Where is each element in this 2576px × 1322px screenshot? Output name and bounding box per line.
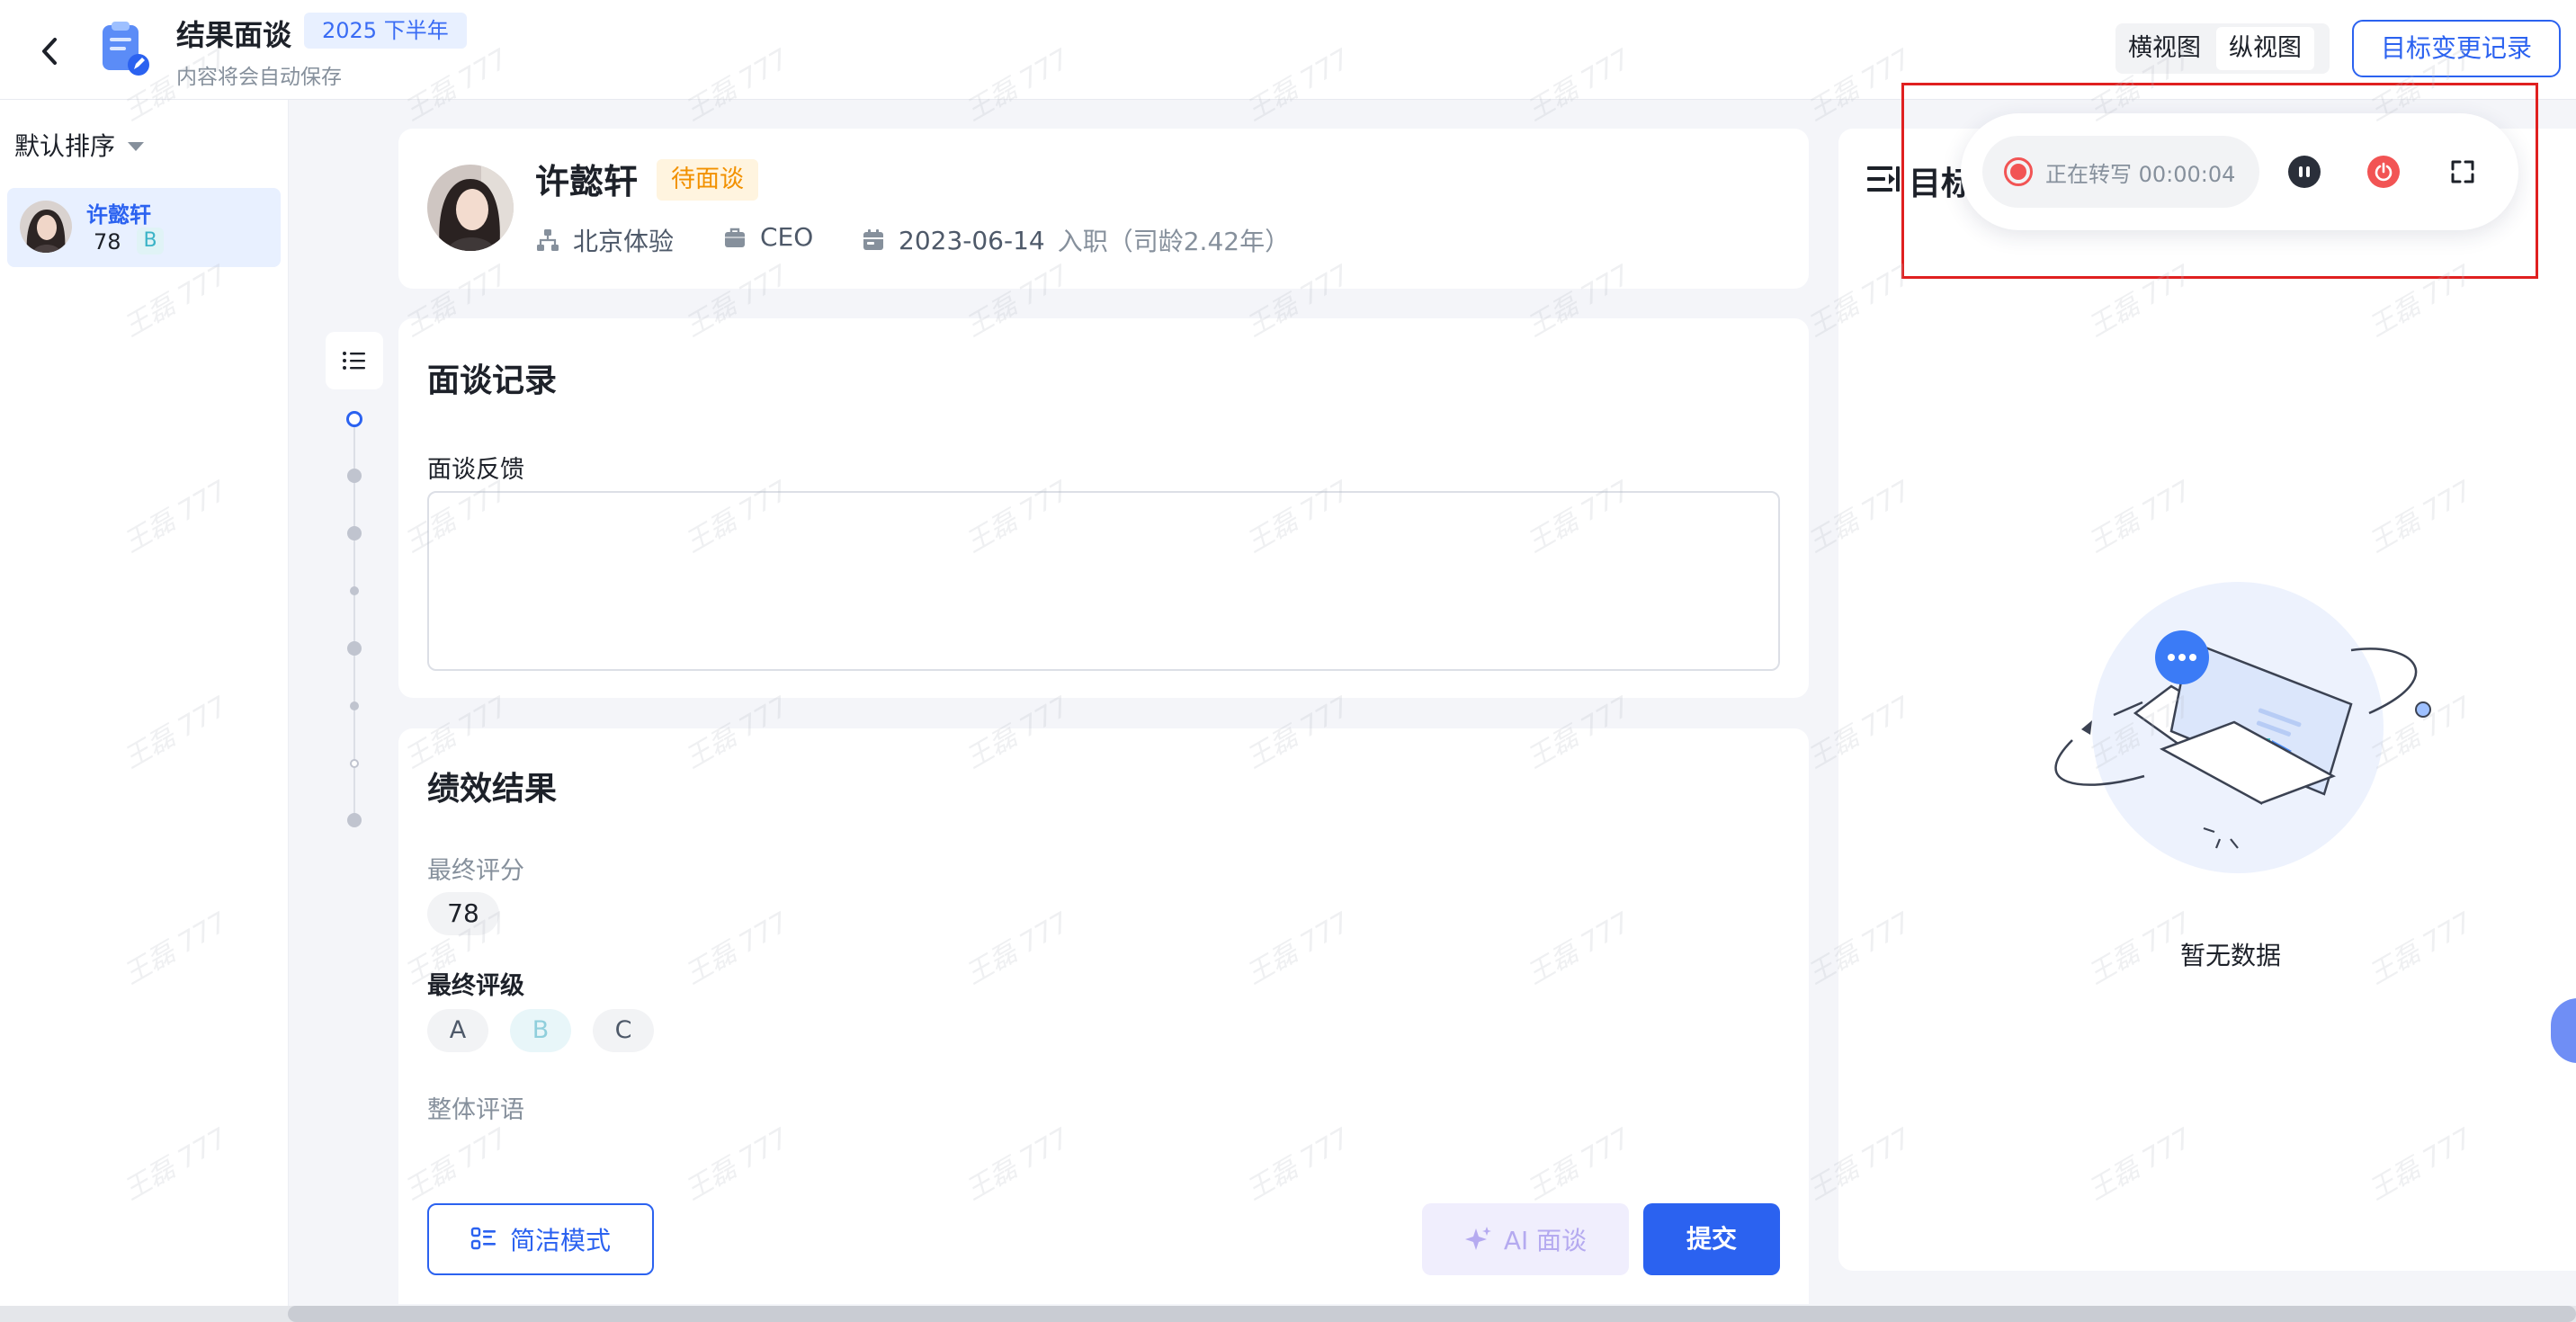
grade-option-a[interactable]: A — [427, 1009, 488, 1052]
period-badge: 2025 下半年 — [304, 13, 467, 49]
department-text: 北京体验 — [573, 227, 675, 256]
final-score-label: 最终评分 — [427, 857, 524, 885]
goal-panel: 目标 暂无数据 — [1838, 129, 2576, 1271]
grade-option-c[interactable]: C — [593, 1009, 654, 1052]
back-button[interactable] — [27, 29, 72, 74]
submit-button[interactable]: 提交 — [1643, 1203, 1780, 1275]
briefcase-icon — [725, 228, 745, 247]
ai-interview-button[interactable]: AI 面谈 — [1422, 1203, 1629, 1275]
collapse-panel-icon[interactable] — [1865, 163, 1901, 199]
join-date-meta: 2023-06-14 入职（司龄2.42年） — [861, 222, 1290, 258]
outline-step[interactable] — [347, 469, 362, 483]
profile-card: 许懿轩 待面谈 北京体验 CEO 2023-06-14 入职（司龄2.42年） — [398, 129, 1809, 289]
sparkle-icon — [1464, 1227, 1491, 1250]
outline-toggle-button[interactable] — [326, 332, 383, 389]
performance-result-card: 绩效结果 最终评分 78 最终评级 A B C 整体评语 简洁模式 AI 面谈 … — [398, 728, 1809, 1304]
grade-option-b[interactable]: B — [510, 1009, 571, 1052]
department-meta: 北京体验 — [535, 222, 674, 258]
simple-mode-button[interactable]: 简洁模式 — [427, 1203, 654, 1275]
chevron-left-icon — [42, 38, 57, 65]
simple-mode-label: 简洁模式 — [509, 1226, 611, 1255]
feedback-label: 面谈反馈 — [427, 456, 524, 484]
page-title: 结果面谈 — [176, 18, 292, 52]
avatar — [20, 201, 72, 253]
final-grade-label: 最终评级 — [427, 972, 524, 1000]
clipboard-edit-icon — [97, 20, 151, 77]
tab-vertical-view[interactable]: 纵视图 — [2216, 27, 2314, 70]
status-badge: 待面谈 — [657, 159, 758, 201]
role-meta: CEO — [722, 222, 813, 252]
outline-step[interactable] — [347, 641, 362, 656]
outline-step[interactable] — [347, 813, 362, 827]
autosave-hint: 内容将会自动保存 — [176, 66, 342, 89]
list-detail-icon — [470, 1227, 496, 1250]
view-switch: 横视图 纵视图 — [2115, 23, 2330, 74]
section-title-performance: 绩效结果 — [427, 771, 558, 808]
feedback-textarea[interactable] — [427, 491, 1780, 671]
employee-grade-badge: B — [137, 228, 164, 255]
employee-score: 78 — [94, 229, 121, 255]
sort-select[interactable]: 默认排序 — [14, 127, 145, 163]
calendar-icon — [863, 229, 883, 250]
highlight-annotation-box — [1901, 83, 2538, 279]
role-text: CEO — [760, 222, 814, 252]
outline-step[interactable] — [347, 526, 362, 540]
caret-down-icon — [128, 142, 145, 151]
list-icon — [343, 352, 365, 370]
empty-state-text: 暂无数据 — [2180, 941, 2282, 970]
tenure-text: 入职（司龄2.42年） — [1057, 227, 1291, 256]
outline-step-active[interactable] — [346, 411, 362, 427]
tab-horizontal-view[interactable]: 横视图 — [2115, 27, 2214, 70]
outline-step[interactable] — [350, 759, 359, 768]
ai-interview-label: AI 面谈 — [1503, 1226, 1588, 1255]
interview-record-card: 面谈记录 面谈反馈 — [398, 318, 1809, 698]
join-date-text: 2023-06-14 — [899, 225, 1045, 255]
profile-avatar — [427, 165, 514, 251]
org-tree-icon — [537, 229, 559, 251]
horizontal-scrollbar-thumb[interactable] — [288, 1306, 2576, 1322]
section-title-record: 面谈记录 — [427, 362, 558, 399]
employee-list-item[interactable]: 许懿轩 78 B — [7, 188, 281, 267]
employee-name: 许懿轩 — [86, 202, 151, 228]
final-score-value: 78 — [427, 892, 499, 935]
empty-state-illustration — [2036, 578, 2432, 902]
goal-change-log-button[interactable]: 目标变更记录 — [2352, 20, 2561, 77]
employee-sidebar: 默认排序 许懿轩 78 B — [0, 100, 289, 1309]
overall-comment-label: 整体评语 — [427, 1096, 524, 1124]
sort-select-label: 默认排序 — [14, 131, 116, 161]
employee-name-title: 许懿轩 — [535, 162, 639, 201]
outline-step[interactable] — [350, 701, 359, 710]
outline-step[interactable] — [350, 586, 359, 595]
